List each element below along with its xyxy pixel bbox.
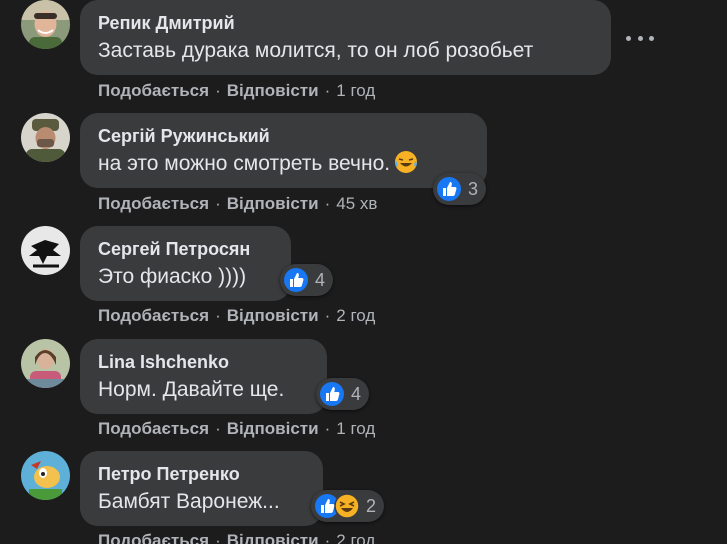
separator: · [215, 81, 221, 100]
comment-actions: Подобається · Відповісти · 1 год [98, 419, 375, 439]
comment-bubble: Репик Дмитрий Заставь дурака молится, то… [80, 0, 611, 75]
reply-link[interactable]: Відповісти [227, 194, 319, 213]
laughing-tears-emoji-icon [394, 150, 418, 182]
reaction-count: 3 [468, 178, 479, 199]
timestamp-link[interactable]: 2 год [336, 531, 375, 544]
avatar-photo-icon [21, 113, 70, 162]
avatar-graphic-icon [21, 226, 70, 275]
comment-actions: Подобається · Відповісти · 1 год [98, 81, 375, 101]
like-reaction-icon [320, 382, 344, 406]
comment-author[interactable]: Lina Ishchenko [98, 351, 309, 373]
reaction-count: 4 [351, 383, 362, 404]
reaction-summary[interactable]: 3 [433, 173, 487, 205]
reaction-icons [319, 381, 345, 407]
comment-author[interactable]: Петро Петренко [98, 463, 305, 485]
reaction-summary[interactable]: 4 [316, 378, 370, 410]
comment-text-content: на это можно смотреть вечно. [98, 152, 391, 175]
comment-bubble: Lina Ishchenko Норм. Давайте ще. [80, 339, 327, 414]
comment-text: Бамбят Варонеж... [98, 490, 280, 513]
reply-link[interactable]: Відповісти [227, 531, 319, 544]
comment-text: Заставь дурака молится, то он лоб розобь… [98, 39, 534, 62]
timestamp-link[interactable]: 45 хв [336, 194, 377, 213]
like-link[interactable]: Подобається [98, 81, 209, 100]
comment-author[interactable]: Сергей Петросян [98, 238, 273, 260]
reaction-count: 4 [315, 269, 326, 290]
like-reaction-icon [437, 177, 461, 201]
reply-link[interactable]: Відповісти [227, 306, 319, 325]
like-reaction-icon [284, 268, 308, 292]
comment-text: на это можно смотреть вечно. [98, 150, 469, 182]
reaction-summary[interactable]: 4 [280, 264, 334, 296]
separator: · [215, 419, 221, 438]
avatar-photo-icon [21, 0, 70, 49]
separator: · [324, 194, 331, 213]
comment-text: Норм. Давайте ще. [98, 378, 285, 401]
avatar[interactable] [21, 0, 70, 49]
timestamp-link[interactable]: 1 год [336, 81, 375, 100]
reaction-icons [314, 493, 360, 519]
separator: · [215, 306, 221, 325]
like-link[interactable]: Подобається [98, 306, 209, 325]
timestamp-link[interactable]: 2 год [336, 306, 375, 325]
avatar-photo-icon [21, 339, 70, 388]
haha-reaction-icon [334, 493, 360, 519]
reaction-icons [283, 267, 309, 293]
comment-author[interactable]: Сергій Ружинський [98, 125, 469, 147]
separator: · [215, 531, 221, 544]
reaction-summary[interactable]: 2 [311, 490, 385, 522]
dot-icon [649, 35, 654, 41]
comments-feed: Репик Дмитрий Заставь дурака молится, то… [0, 0, 727, 544]
comment-actions: Подобається · Відповісти · 45 хв [98, 194, 377, 214]
separator: · [324, 81, 331, 100]
dot-icon [637, 35, 643, 41]
reply-link[interactable]: Відповісти [227, 81, 319, 100]
comment-text: Это фиаско )))) [98, 265, 247, 288]
dot-icon [626, 35, 631, 41]
like-link[interactable]: Подобається [98, 531, 209, 544]
avatar[interactable] [21, 113, 70, 162]
comment-bubble: Сергій Ружинський на это можно смотреть … [80, 113, 487, 188]
more-options-button[interactable] [626, 28, 654, 48]
avatar[interactable] [21, 226, 70, 275]
separator: · [324, 531, 331, 544]
separator: · [324, 306, 331, 325]
reply-link[interactable]: Відповісти [227, 419, 319, 438]
comment-bubble: Сергей Петросян Это фиаско )))) [80, 226, 291, 301]
comment-actions: Подобається · Відповісти · 2 год [98, 306, 375, 326]
like-link[interactable]: Подобається [98, 194, 209, 213]
comment-bubble: Петро Петренко Бамбят Варонеж... [80, 451, 323, 526]
avatar[interactable] [21, 339, 70, 388]
comment-author[interactable]: Репик Дмитрий [98, 12, 593, 34]
timestamp-link[interactable]: 1 год [336, 419, 375, 438]
avatar-cartoon-icon [21, 451, 70, 500]
comment-actions: Подобається · Відповісти · 2 год [98, 531, 375, 544]
reaction-count: 2 [366, 495, 377, 516]
like-link[interactable]: Подобається [98, 419, 209, 438]
separator: · [215, 194, 221, 213]
separator: · [324, 419, 331, 438]
avatar[interactable] [21, 451, 70, 500]
reaction-icons [436, 176, 462, 202]
